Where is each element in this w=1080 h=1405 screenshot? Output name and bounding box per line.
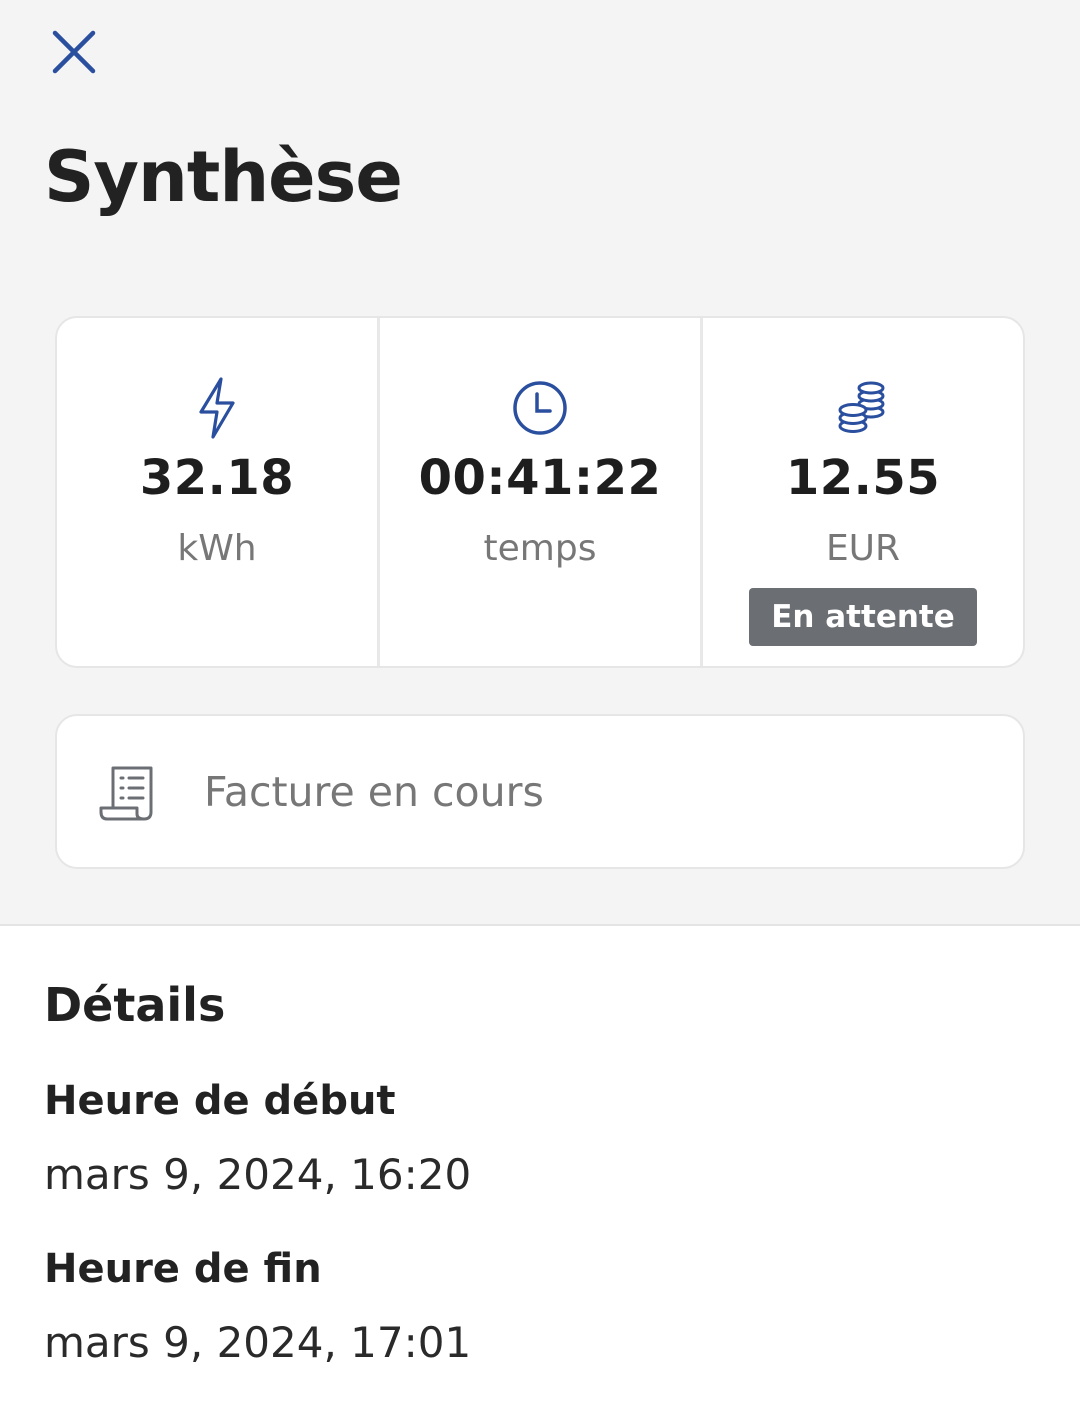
duration-unit: temps xyxy=(483,528,597,569)
end-time-label: Heure de fin xyxy=(44,1246,322,1292)
start-time-label: Heure de début xyxy=(44,1078,396,1124)
duration-value: 00:41:22 xyxy=(418,450,662,506)
coins-icon xyxy=(831,376,895,440)
stats-card: 32.18 kWh 00:41:22 temps 12.55 EUR En at… xyxy=(55,316,1025,668)
close-button[interactable] xyxy=(48,26,100,78)
status-badge: En attente xyxy=(749,588,977,646)
invoice-label: Facture en cours xyxy=(204,767,544,816)
cost-unit: EUR xyxy=(825,528,901,569)
page-title: Synthèse xyxy=(44,136,403,218)
stat-cost: 12.55 EUR En attente xyxy=(700,318,1023,666)
stat-duration: 00:41:22 temps xyxy=(377,318,700,666)
start-time-value: mars 9, 2024, 16:20 xyxy=(44,1150,472,1199)
end-time-value: mars 9, 2024, 17:01 xyxy=(44,1318,472,1367)
clock-icon xyxy=(508,376,572,440)
energy-unit: kWh xyxy=(177,528,257,569)
invoice-link[interactable]: Facture en cours xyxy=(55,714,1025,869)
receipt-icon xyxy=(99,766,153,821)
energy-value: 32.18 xyxy=(139,450,295,506)
details-title: Détails xyxy=(44,978,226,1032)
stat-energy: 32.18 kWh xyxy=(57,318,377,666)
summary-section: Synthèse 32.18 kWh 00:41:22 temps 12.55 … xyxy=(0,0,1080,926)
close-icon xyxy=(52,30,96,74)
cost-value: 12.55 xyxy=(785,450,941,506)
lightning-icon xyxy=(185,376,249,440)
